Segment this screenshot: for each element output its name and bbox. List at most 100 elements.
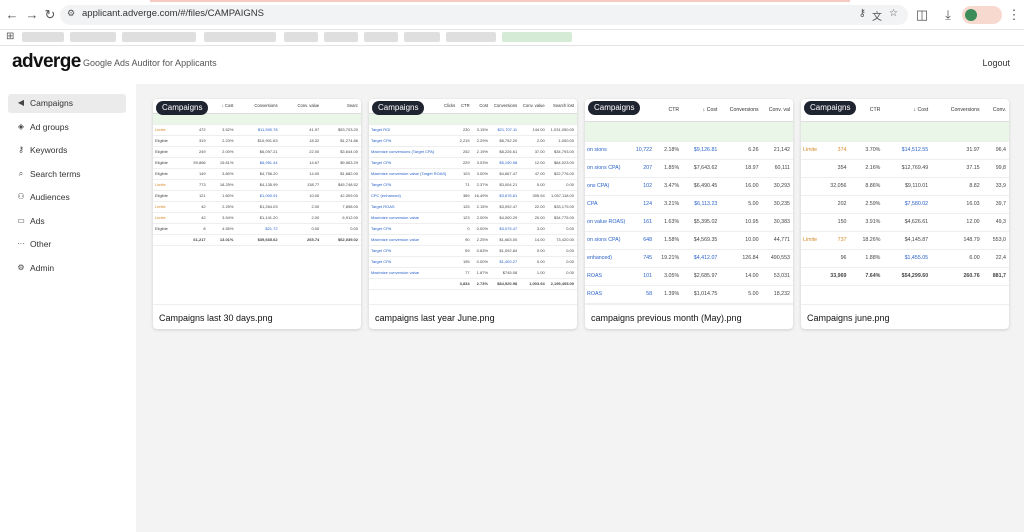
sidebar-item-audiences[interactable]: ⚇ Audiences [8, 188, 126, 207]
cost-cell: $4,756.20 [236, 168, 281, 180]
cost-cell: $9,126.81 [682, 141, 721, 160]
conversions-cell: 16.00 [720, 177, 762, 196]
bookmark-item[interactable] [22, 32, 64, 42]
thumbnail-table: CTR ↓ Cost Conversions Conv. val on sions 10,… [585, 99, 793, 304]
clicks-value: 124 [643, 201, 653, 207]
thumbnail-table: CTR↓ CostConversionsConv. valueSearcLimi… [153, 99, 361, 246]
download-icon[interactable]: ⤓ [940, 7, 956, 23]
total-ctr-cell: 7.64% [849, 267, 884, 286]
logout-link[interactable]: Logout [982, 58, 1010, 68]
address-bar[interactable]: ⚙ applicant.adverge.com/#/files/CAMPAIGN… [60, 5, 908, 25]
sidebar-item-campaigns[interactable]: ◀ Campaigns [8, 94, 126, 113]
site-info-icon[interactable]: ⚙ [67, 8, 75, 19]
search-icon: ⌕ [18, 169, 24, 178]
conv-value-cell: 6,912.00 [322, 212, 361, 224]
translate-icon[interactable]: 文 [872, 8, 882, 23]
sidebar-item-ad-groups[interactable]: ◈ Ad groups [8, 118, 126, 137]
file-card[interactable]: CampaignsCTR↓ CostConversionsConv. value… [153, 99, 361, 329]
clicks-value: 374 [837, 147, 847, 153]
bookmark-item[interactable] [404, 32, 440, 42]
profile-chip[interactable] [962, 6, 1002, 24]
bookmark-item[interactable] [324, 32, 358, 42]
table-total-row: 3,834 2.73% $84,520.98 1,003.94 2,199,405.00 [369, 278, 577, 290]
back-icon[interactable]: ← [4, 7, 20, 23]
sidebar-item-other[interactable]: ··· Other [8, 235, 126, 254]
ctr-cell: 2.37% [472, 179, 492, 191]
menu-icon[interactable]: ⋮ [1006, 7, 1022, 23]
bookmark-item[interactable] [70, 32, 116, 42]
cost-cell: $5,395.02 [682, 213, 721, 232]
file-thumbnail[interactable]: Campaigns Clicks CTR Cost Conversions Conv. v… [369, 99, 577, 305]
total-cost-cell: $84,520.98 [491, 278, 521, 290]
bookmark-item[interactable] [446, 32, 496, 42]
cost-cell: $4,569.35 [682, 231, 721, 250]
bookmark-item[interactable] [204, 32, 276, 42]
file-thumbnail[interactable]: Campaigns CTR ↓ Cost Conversions Conv. val on… [585, 99, 793, 305]
file-name[interactable]: Campaigns june.png [807, 313, 890, 323]
clicks-value: 207 [643, 165, 653, 171]
ctr-cell: 3.91% [849, 213, 884, 232]
table-cell [682, 121, 721, 142]
file-thumbnail[interactable]: CampaignsCTR↓ CostConversionsConv. value… [153, 99, 361, 305]
table-row: 354 2.16% $12,769.49 37.15 99,8 [801, 159, 1009, 178]
sidebar-item-admin[interactable]: ⚙ Admin [8, 259, 126, 278]
ctr-cell: 1.63% [655, 213, 683, 232]
cost-cell: $21,707.11 [491, 124, 521, 136]
file-name[interactable]: campaigns last year June.png [375, 313, 495, 323]
ctr-cell: 1.87% [472, 267, 492, 279]
conv-value-cell: 73,420.00 [547, 234, 577, 246]
table-cell [280, 113, 323, 125]
cost-cell: $7,643.62 [682, 159, 721, 178]
ctr-cell: 1.39% [655, 285, 683, 304]
bid-strategy-cell: Maximize conversion value [369, 267, 459, 279]
bookmark-item[interactable] [502, 32, 572, 42]
file-card[interactable]: Campaigns CTR ↓ Cost Conversions Conv. val on… [585, 99, 793, 329]
conversions-cell: 2.00 [280, 212, 323, 224]
people-icon: ⚇ [17, 192, 25, 201]
clicks-cell: 229 [458, 157, 473, 169]
cost-cell: $14,512.55 [883, 141, 932, 160]
extensions-icon[interactable]: ◫ [914, 7, 930, 23]
status-cell: Limite 737 [801, 231, 850, 250]
layers-icon: ◈ [17, 122, 25, 131]
conv-value-cell: 60,111 [761, 159, 793, 178]
bid-strategy-cell: Target CPA [369, 135, 459, 147]
total-value-cell: 2,199,405.00 [547, 278, 577, 290]
file-name[interactable]: campaigns previous month (May).png [591, 313, 742, 323]
file-thumbnail[interactable]: Campaigns CTR ↓ Cost Conversions Conv. Limite… [801, 99, 1009, 305]
megaphone-icon: ◀ [17, 98, 25, 107]
cost-cell: $9,110.01 [883, 177, 932, 196]
sidebar-item-label: Audiences [30, 192, 70, 202]
conversions-cell: 148.79 [931, 231, 983, 250]
bookmark-item[interactable] [122, 32, 196, 42]
conv-value-cell: 99,8 [982, 159, 1009, 178]
table-row: ons CPA) 102 3.47% $6,490.45 16.00 30,293 [585, 177, 793, 196]
table-row: Target CPA 71 2.37% $3,004.21 5.00 0.00 [369, 179, 577, 191]
bid-strategy-cell: Maximize conversion value (Target ROAS) [369, 168, 459, 180]
bookmark-item[interactable] [364, 32, 398, 42]
bid-strategy-cell: Target ROAS [369, 201, 459, 213]
url-text[interactable]: applicant.adverge.com/#/files/CAMPAIGNS [82, 8, 264, 19]
reload-icon[interactable]: ↻ [42, 7, 58, 23]
bookmark-item[interactable] [284, 32, 318, 42]
table-cell [585, 121, 656, 142]
sidebar-item-search-terms[interactable]: ⌕ Search terms [8, 165, 126, 184]
apps-grid-icon[interactable]: ⊞ [6, 31, 14, 42]
sidebar-item-ads[interactable]: ▭ Ads [8, 212, 126, 231]
sidebar-item-keywords[interactable]: ⚷ Keywords [8, 141, 126, 160]
table-row: on sions CPA) 207 1.85% $7,643.62 18.97 60,11… [585, 159, 793, 178]
cost-cell: $1,264.03 [236, 201, 281, 213]
file-card[interactable]: Campaigns Clicks CTR Cost Conversions Conv. v… [369, 99, 577, 329]
logo[interactable]: adverge [12, 51, 81, 73]
file-name[interactable]: Campaigns last 30 days.png [159, 313, 273, 323]
forward-icon[interactable]: → [24, 7, 40, 23]
key-icon[interactable]: ⚷ [859, 8, 866, 19]
bookmark-star-icon[interactable]: ☆ [889, 8, 898, 19]
column-header: Conv. value [520, 99, 548, 114]
file-card[interactable]: Campaigns CTR ↓ Cost Conversions Conv. Limite… [801, 99, 1009, 329]
cost-cell: $10,901.63 [236, 135, 281, 147]
table-total-row: 12,9482.26%$47,376.25219.03708,756 [585, 303, 793, 304]
conv-value-cell: 553,0 [982, 231, 1009, 250]
conv-value-cell: 30,293 [761, 177, 793, 196]
conv-value-cell: 0.00 [547, 179, 577, 191]
